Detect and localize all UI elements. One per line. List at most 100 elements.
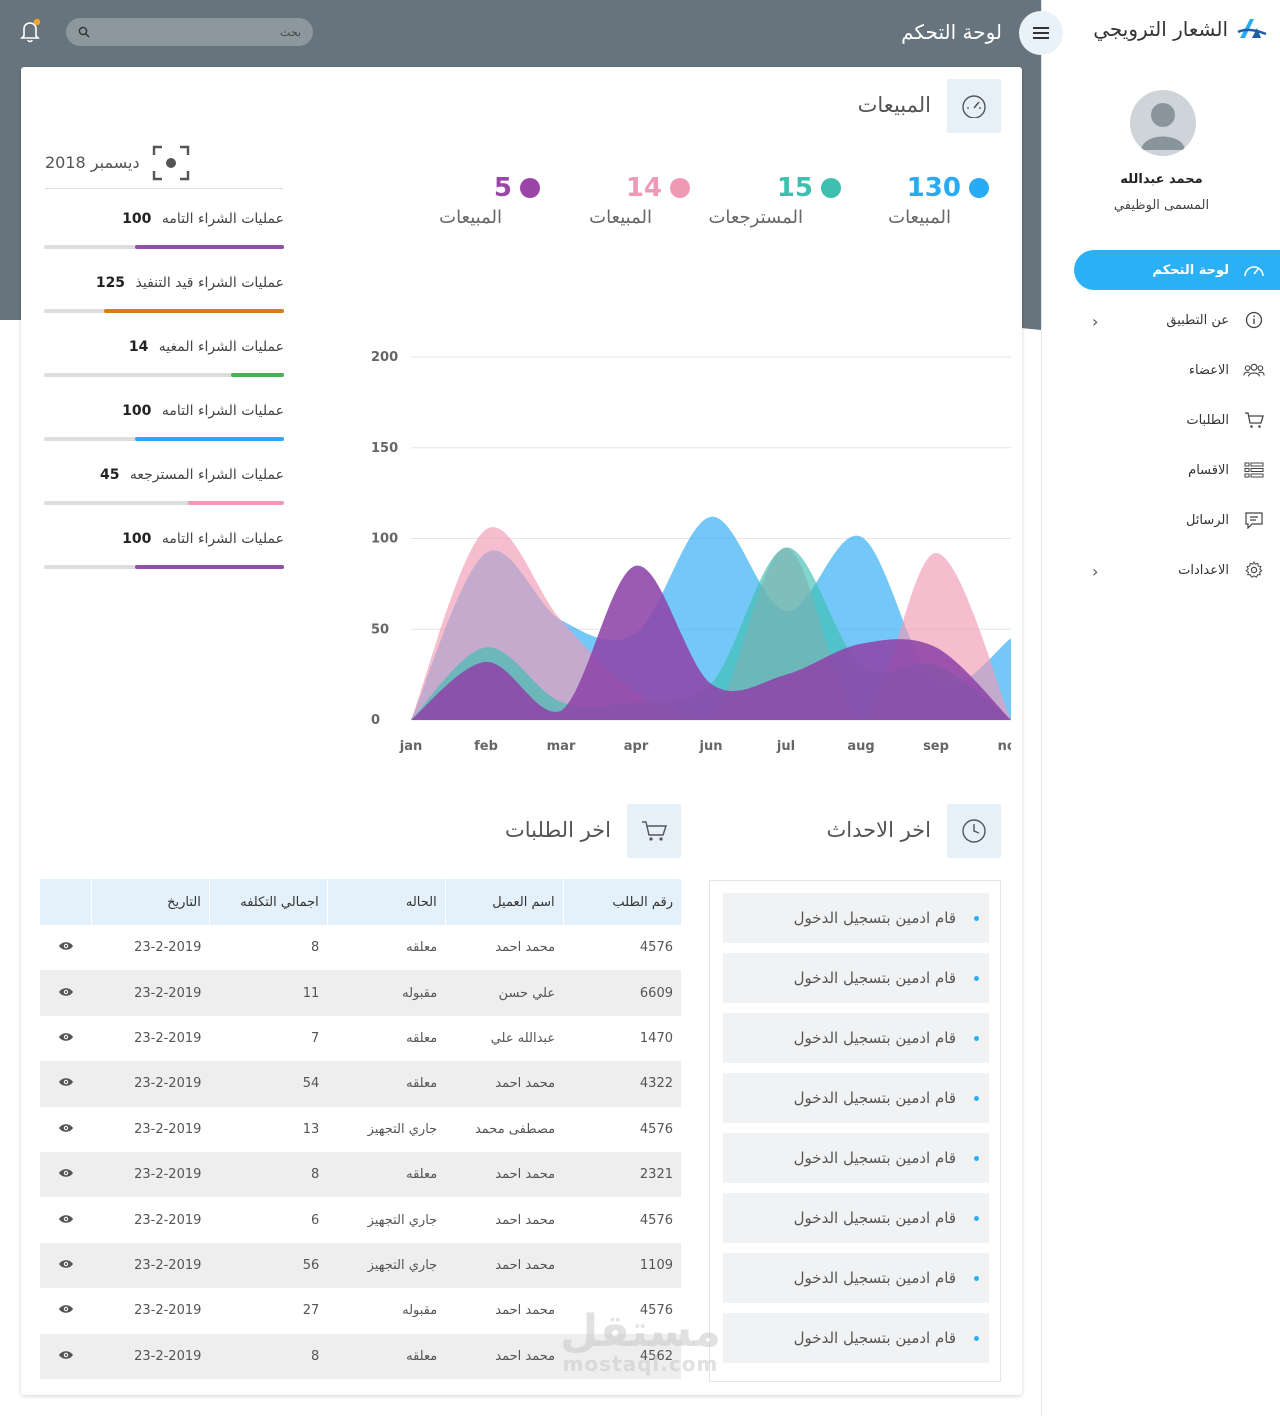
- sidebar-item-messages[interactable]: الرسائل: [1042, 500, 1280, 540]
- eye-icon: [58, 942, 73, 950]
- view-button[interactable]: [40, 1197, 92, 1242]
- progress-track: [44, 501, 284, 505]
- table-cell: 2321: [563, 1151, 681, 1198]
- menu-toggle-button[interactable]: [1019, 11, 1063, 55]
- event-item: قام ادمين بتسجيل الدخول: [723, 1073, 989, 1123]
- search-bar[interactable]: [66, 18, 313, 46]
- table-cell: 23-2-2019: [134, 1303, 202, 1319]
- sidebar-item-members[interactable]: الاعضاء: [1042, 350, 1280, 390]
- events-icon-box: [947, 804, 1001, 858]
- view-button[interactable]: [40, 1288, 92, 1333]
- table-row[interactable]: 4576 مصطفى محمد جاري التجهيز 13 23-2-2019: [40, 1107, 682, 1152]
- table-cell: محمد احمد: [495, 940, 556, 956]
- stat-label: المبيعات: [439, 207, 502, 228]
- chevron-left-icon[interactable]: ‹: [1092, 562, 1098, 581]
- legend-dot: [969, 178, 989, 198]
- x-tick-label: jul: [776, 739, 795, 754]
- column-header[interactable]: اسم العميل: [444, 879, 564, 925]
- y-tick-label: 50: [371, 622, 389, 637]
- focus-icon: [152, 145, 189, 180]
- brand[interactable]: الشعار الترويجي: [1093, 16, 1268, 42]
- table-cell: 4322: [563, 1061, 681, 1107]
- column-header[interactable]: رقم الطلب: [562, 879, 681, 925]
- event-text: قام ادمين بتسجيل الدخول: [793, 1029, 956, 1047]
- table-row[interactable]: 6609 علي حسن مقبوله 11 23-2-2019: [39, 970, 681, 1016]
- column-header[interactable]: الحاله: [326, 879, 446, 925]
- view-button[interactable]: [40, 925, 92, 970]
- event-item: قام ادمين بتسجيل الدخول: [723, 1133, 989, 1183]
- table-cell: محمد احمد: [445, 1333, 564, 1379]
- event-text: قام ادمين بتسجيل الدخول: [793, 1089, 956, 1107]
- eye-icon: [58, 987, 73, 996]
- dashboard-card: المبيعات 130 المبيعات 15 المسترجعات 14 ا…: [21, 67, 1022, 1395]
- table-cell: علي حسن: [445, 970, 564, 1016]
- bell-icon: [20, 18, 41, 43]
- column-header-actions: [39, 879, 92, 925]
- table-cell: 13: [302, 1121, 320, 1137]
- event-item: قام ادمين بتسجيل الدخول: [723, 953, 989, 1003]
- stat-label: المبيعات: [888, 207, 951, 228]
- notifications-button[interactable]: [18, 18, 42, 44]
- sidebar-item-about[interactable]: عن التطبيق ‹: [1042, 300, 1280, 340]
- x-tick-label: jan: [399, 739, 422, 754]
- table-cell: 8: [311, 940, 320, 956]
- view-button[interactable]: [40, 1016, 92, 1061]
- table-cell: 23-2-2019: [91, 1061, 210, 1107]
- table-cell: محمد احمد: [445, 1242, 564, 1289]
- table-cell: عبدالله علي: [490, 1030, 556, 1046]
- x-tick-label: sep: [923, 739, 949, 754]
- sidebar-item-label: الاعضاء: [1188, 362, 1229, 378]
- progress-item: عمليات الشراء المسترجعه 45: [44, 459, 284, 519]
- progress-track: [44, 309, 284, 313]
- eye-icon: [58, 1169, 73, 1177]
- table-row[interactable]: 4576 محمد احمد معلقه 8 23-2-2019: [40, 925, 682, 970]
- x-tick-label: mar: [547, 739, 576, 754]
- table-row[interactable]: 4576 محمد احمد جاري التجهيز 6 23-2-2019: [40, 1197, 682, 1242]
- table-cell: معلقه: [406, 1030, 438, 1046]
- view-button[interactable]: [39, 1333, 92, 1379]
- stat-total-sales: 130 المبيعات: [849, 173, 989, 228]
- progress-item: عمليات الشراء التامه 100: [44, 203, 284, 263]
- list-icon: [1243, 459, 1265, 481]
- table-row[interactable]: 4322 محمد احمد معلقه 54 23-2-2019: [39, 1061, 681, 1107]
- chevron-left-icon[interactable]: ‹: [1092, 312, 1098, 331]
- stat-sales-purple: 5 المبيعات: [400, 173, 540, 228]
- events-list: قام ادمين بتسجيل الدخول قام ادمين بتسجيل…: [709, 880, 1001, 1382]
- table-cell: 1470: [639, 1030, 673, 1046]
- table-row[interactable]: 1470 عبدالله علي معلقه 7 23-2-2019: [40, 1016, 682, 1061]
- view-button[interactable]: [40, 1107, 92, 1152]
- view-button[interactable]: [39, 1151, 92, 1198]
- search-input[interactable]: [90, 25, 301, 39]
- x-tick-label: nov: [998, 739, 1011, 754]
- view-button[interactable]: [39, 970, 92, 1016]
- table-row[interactable]: 1109 محمد احمد جاري التجهيز 56 23-2-2019: [39, 1242, 681, 1289]
- y-tick-label: 150: [371, 441, 398, 456]
- table-cell: 23-2-2019: [91, 1333, 210, 1379]
- view-button[interactable]: [39, 1061, 92, 1107]
- sidebar-item-dashboard[interactable]: لوحة التحكم: [1074, 250, 1280, 290]
- column-header[interactable]: اجمالي التكلفه: [208, 879, 328, 925]
- message-icon: [1243, 509, 1265, 531]
- event-text: قام ادمين بتسجيل الدخول: [793, 1209, 956, 1227]
- sidebar-item-settings[interactable]: الاعدادات ‹: [1042, 550, 1280, 590]
- progress-label-text: عمليات الشراء المسترجعه: [129, 467, 284, 483]
- stat-value: 15: [776, 173, 813, 203]
- search-icon: [78, 26, 90, 38]
- progress-label-text: عمليات الشراء التامه: [161, 403, 284, 419]
- table-row[interactable]: 2321 محمد احمد معلقه 8 23-2-2019: [39, 1151, 681, 1198]
- table-cell: 27: [302, 1303, 320, 1319]
- progress-label: عمليات الشراء المسترجعه 45: [100, 467, 284, 483]
- sidebar-item-sections[interactable]: الاقسام: [1042, 450, 1280, 490]
- table-cell: مقبوله: [402, 1303, 438, 1319]
- orders-table: رقم الطلب اسم العميل الحاله اجمالي التكل…: [39, 879, 681, 1379]
- legend-dot: [821, 178, 841, 198]
- event-text: قام ادمين بتسجيل الدخول: [793, 1329, 956, 1347]
- avatar[interactable]: [1130, 90, 1196, 156]
- progress-value: 100: [122, 531, 152, 547]
- view-button[interactable]: [39, 1242, 92, 1289]
- sidebar-item-orders[interactable]: الطلبات: [1042, 400, 1280, 440]
- column-header[interactable]: التاريخ: [91, 879, 210, 925]
- month-selector[interactable]: ديسمبر 2018: [45, 137, 283, 189]
- watermark: مستقل mostaql.com: [560, 1310, 721, 1375]
- y-tick-label: 200: [371, 350, 398, 365]
